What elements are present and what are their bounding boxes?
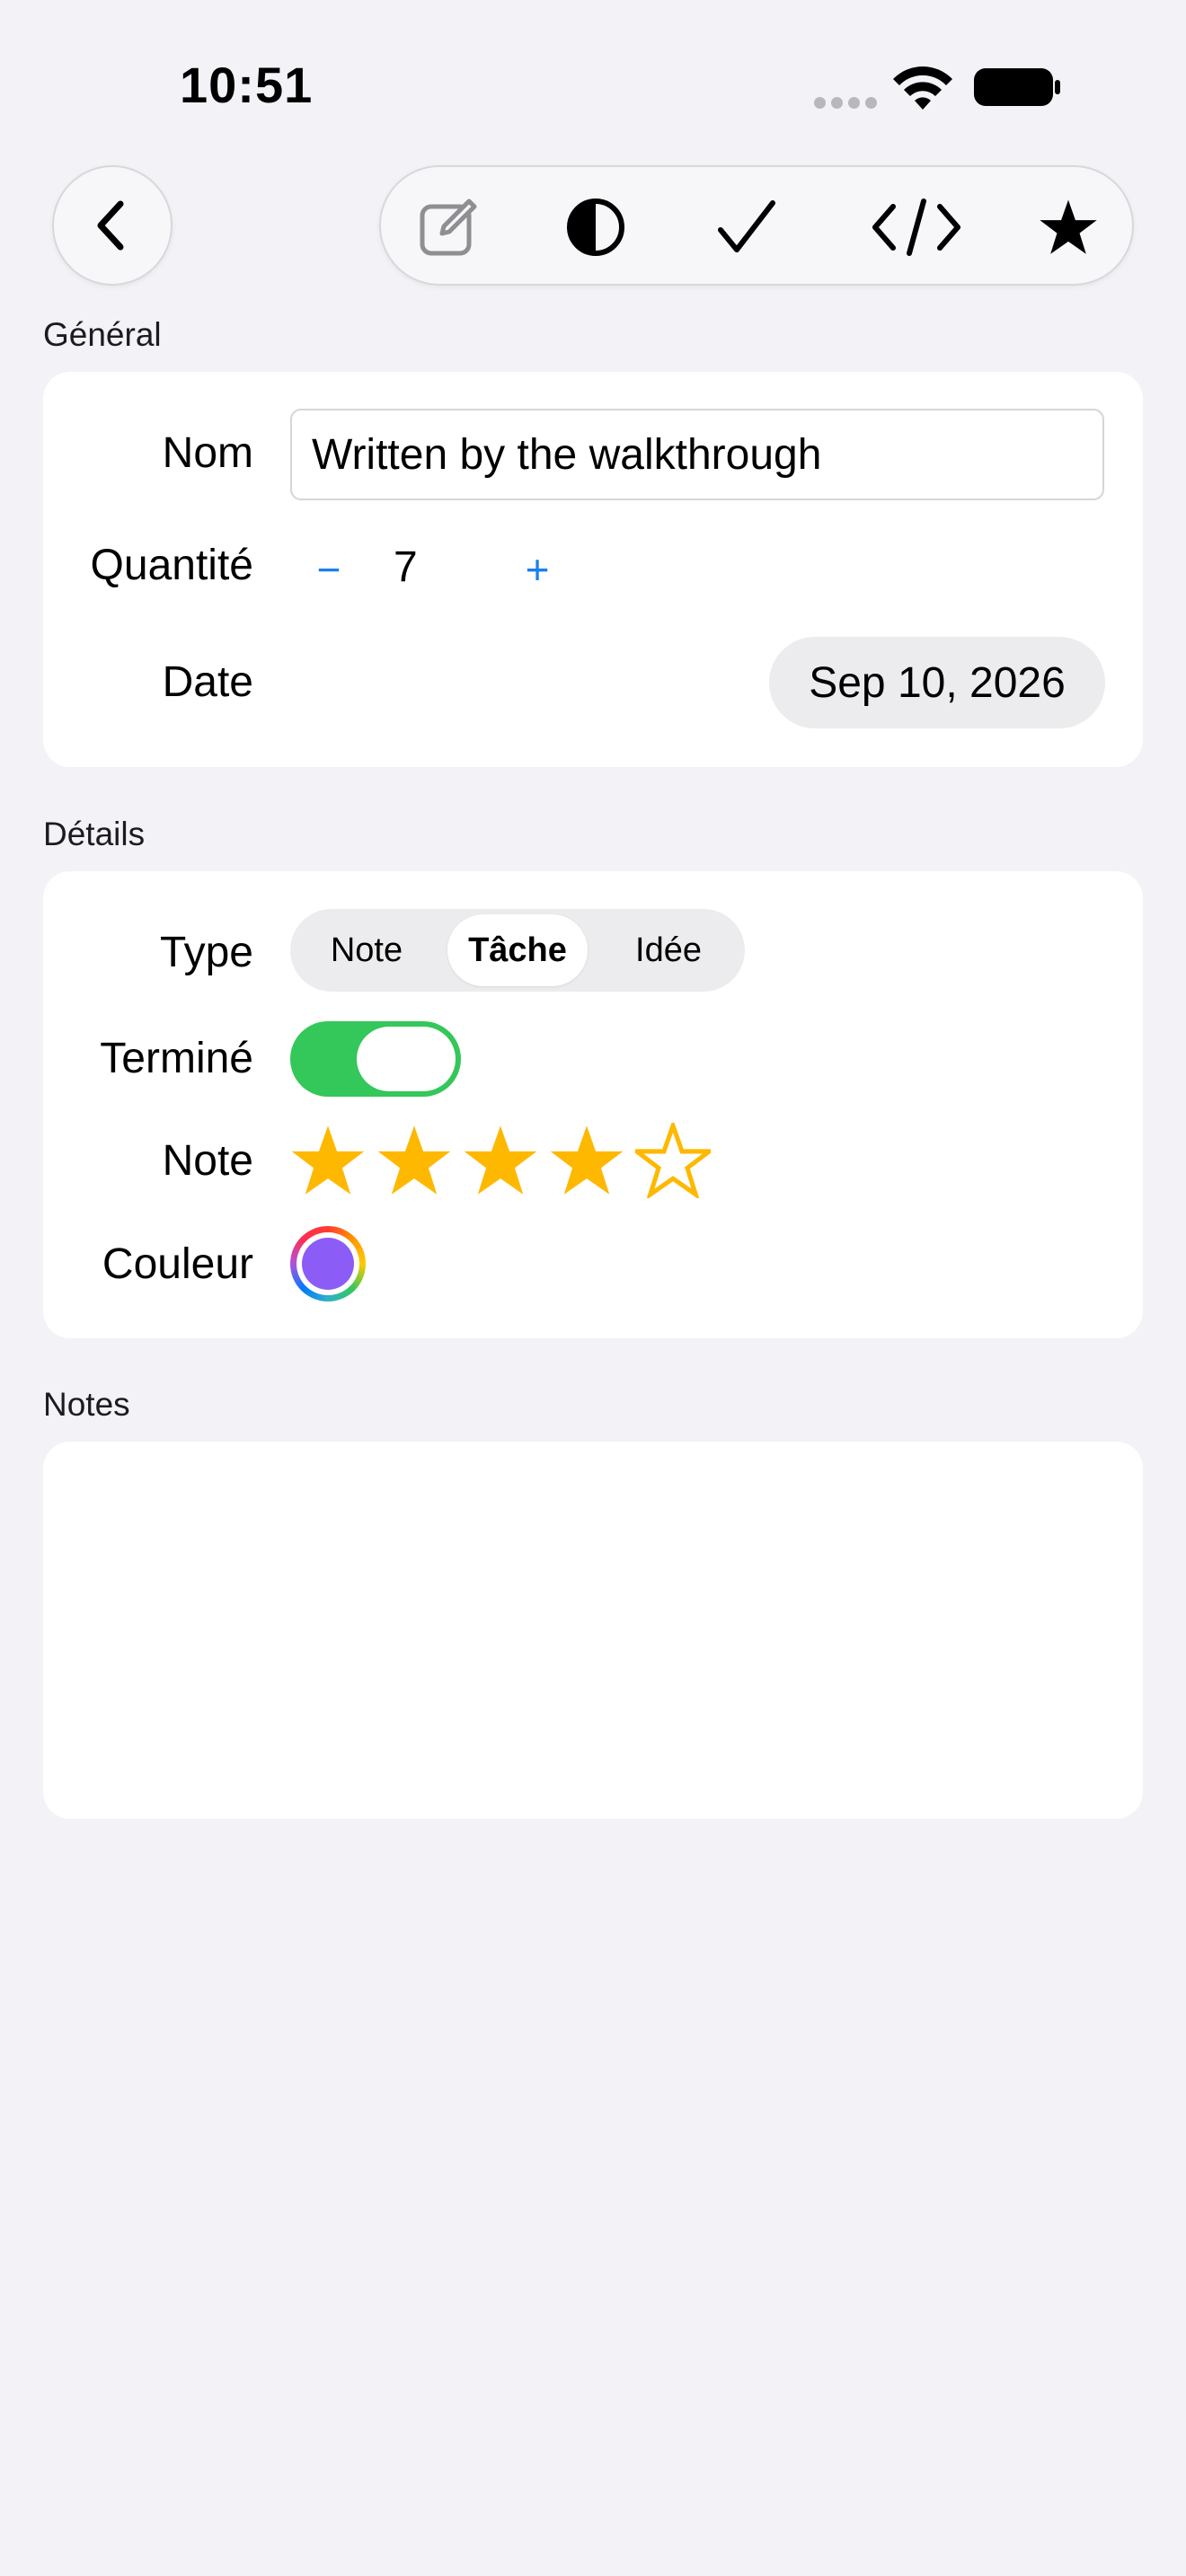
rating-label: Note [162, 1137, 253, 1185]
date-value: Sep 10, 2026 [809, 658, 1066, 707]
date-picker-button[interactable]: Sep 10, 2026 [769, 637, 1105, 728]
checkmark-icon [718, 200, 775, 252]
rating-star-5-icon[interactable] [635, 1123, 711, 1198]
color-label: Couleur [102, 1240, 253, 1288]
date-label: Date [162, 658, 253, 706]
star-icon [1040, 199, 1097, 254]
rating-star-3-icon[interactable] [463, 1123, 538, 1198]
contrast-button[interactable] [562, 194, 629, 260]
type-option-tache[interactable]: Tâche [447, 914, 588, 986]
type-segmented-control: Note Tâche Idée [290, 909, 745, 992]
status-time: 10:51 [180, 57, 314, 113]
name-label: Nom [162, 429, 253, 477]
code-icon [872, 198, 960, 256]
section-header-details: Détails [43, 816, 146, 852]
compose-button[interactable] [415, 194, 482, 260]
wifi-icon [893, 66, 952, 110]
rating-star-4-icon[interactable] [549, 1123, 624, 1198]
battery-icon [974, 68, 1060, 106]
section-header-general: Général [43, 316, 162, 353]
chevron-left-icon [97, 200, 124, 251]
section-header-notes: Notes [43, 1386, 130, 1423]
quantity-value: 7 [394, 543, 418, 591]
quantity-label: Quantité [90, 542, 253, 589]
back-button[interactable] [52, 165, 173, 286]
quantity-decrement-button[interactable]: − [302, 543, 356, 596]
toggle-knob [357, 1027, 456, 1091]
rating-star-1-icon[interactable] [290, 1123, 366, 1198]
compose-icon [420, 198, 477, 256]
notes-textarea[interactable] [43, 1442, 1143, 1819]
color-swatch [302, 1238, 354, 1290]
favorite-button[interactable] [1035, 194, 1102, 260]
rating-star-2-icon[interactable] [376, 1123, 452, 1198]
cellular-signal-icon [814, 97, 877, 109]
type-option-idee[interactable]: Idée [597, 914, 739, 986]
contrast-icon [567, 198, 624, 256]
toolbar [379, 165, 1134, 286]
done-toggle[interactable] [290, 1021, 461, 1097]
code-button[interactable] [872, 194, 961, 260]
type-label: Type [159, 929, 253, 976]
checkmark-button[interactable] [713, 194, 780, 260]
status-indicators [809, 63, 1069, 111]
name-field[interactable] [290, 409, 1104, 500]
type-option-note[interactable]: Note [296, 914, 438, 986]
done-label: Terminé [100, 1035, 253, 1082]
quantity-increment-button[interactable]: + [510, 543, 564, 596]
color-picker-well[interactable] [290, 1226, 366, 1301]
